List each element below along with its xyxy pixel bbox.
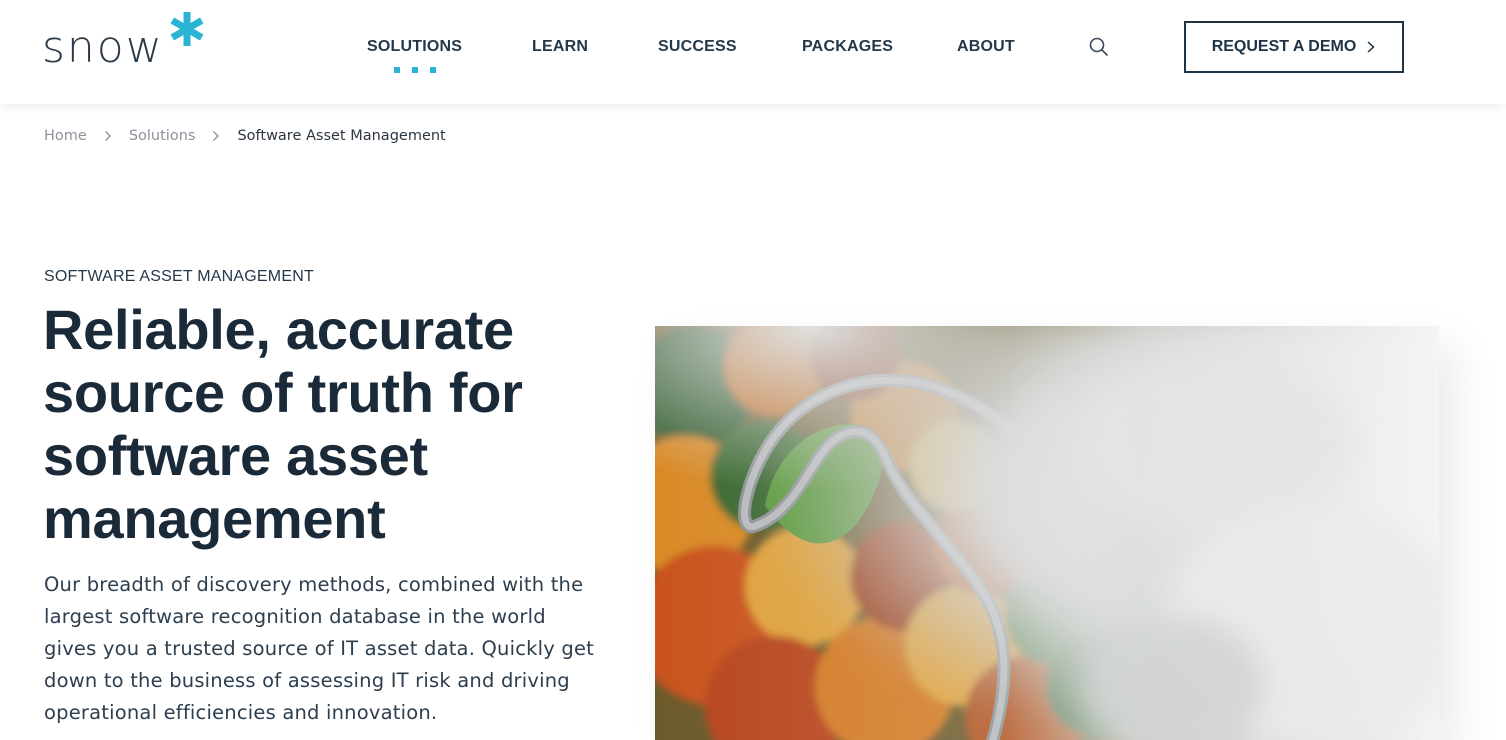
nav-success[interactable]: SUCCESS (658, 38, 737, 56)
asterisk-icon (170, 12, 204, 46)
request-demo-label: REQUEST A DEMO (1211, 38, 1357, 55)
chevron-right-icon (213, 131, 220, 141)
logo-wordmark: snow (42, 22, 164, 73)
nav-packages[interactable]: PACKAGES (802, 38, 893, 56)
search-icon (1089, 37, 1108, 56)
hero-eyebrow: SOFTWARE ASSET MANAGEMENT (44, 268, 314, 285)
nav-active-indicator (394, 67, 436, 73)
nav-about[interactable]: ABOUT (957, 38, 1015, 56)
breadcrumb-current: Software Asset Management (237, 128, 446, 144)
site-header: snow SOLUTIONS LEARN SUCCESS PACKAGES AB… (0, 0, 1506, 104)
hero-title: Reliable, accurate source of truth for s… (43, 298, 523, 550)
breadcrumb: Home Solutions Software Asset Management (44, 128, 446, 144)
nav-solutions[interactable]: SOLUTIONS (367, 38, 462, 56)
breadcrumb-solutions[interactable]: Solutions (129, 128, 196, 144)
nav-learn[interactable]: LEARN (532, 38, 588, 56)
hero-description: Our breadth of discovery methods, combin… (44, 573, 595, 724)
request-demo-button[interactable]: REQUEST A DEMO (1184, 21, 1404, 73)
breadcrumb-home[interactable]: Home (44, 128, 87, 144)
chevron-right-icon (104, 131, 111, 141)
snow-logo[interactable]: snow (42, 10, 212, 72)
aerial-forest-road-image (655, 326, 1439, 740)
search-button[interactable] (1088, 36, 1110, 58)
chevron-right-icon (1367, 41, 1375, 53)
hero-image (655, 326, 1439, 740)
